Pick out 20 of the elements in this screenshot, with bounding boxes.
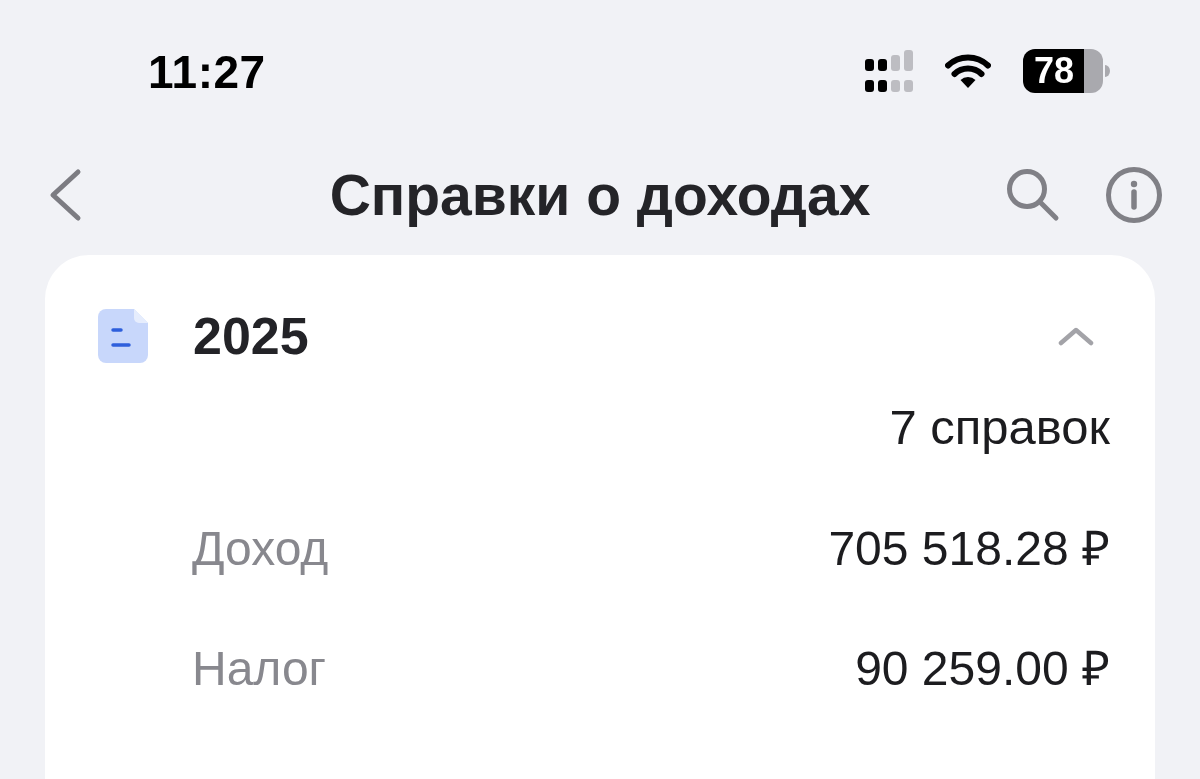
search-icon <box>1006 168 1060 222</box>
status-time: 11:27 <box>148 45 266 100</box>
year-title: 2025 <box>193 307 310 365</box>
search-button[interactable] <box>1006 168 1060 222</box>
document-icon <box>98 309 148 363</box>
info-button[interactable] <box>1106 167 1162 223</box>
amount-label: Налог <box>192 641 327 697</box>
battery-tip-icon <box>1105 65 1110 77</box>
chevron-icon[interactable] <box>1057 326 1095 346</box>
battery-indicator: 78 <box>1023 49 1103 93</box>
back-icon <box>48 168 82 222</box>
document-count: 7 справок <box>889 399 1110 455</box>
back-button[interactable] <box>48 168 82 222</box>
amount-label: Доход <box>192 521 329 577</box>
wifi-icon <box>945 54 991 88</box>
amount-value: 705 518.28 ₽ <box>828 521 1110 577</box>
signal-icon <box>865 50 913 92</box>
screen-title: Справки о доходах <box>329 162 871 228</box>
info-icon <box>1106 167 1162 223</box>
amount-value: 90 259.00 ₽ <box>855 641 1110 697</box>
